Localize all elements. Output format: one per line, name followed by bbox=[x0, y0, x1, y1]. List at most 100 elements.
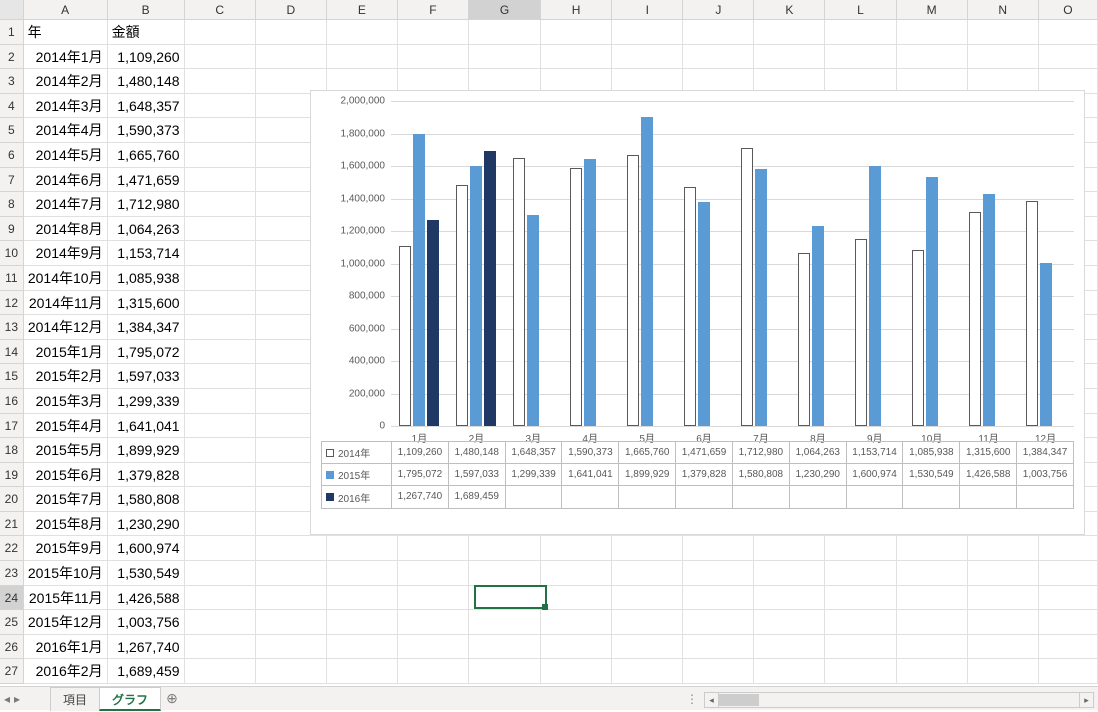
cell-empty[interactable] bbox=[541, 561, 612, 586]
chart-bar[interactable] bbox=[484, 151, 496, 426]
cell-empty[interactable] bbox=[185, 291, 256, 316]
cell-year[interactable]: 2015年7月 bbox=[24, 487, 108, 512]
cell-empty[interactable] bbox=[327, 561, 398, 586]
cell-empty[interactable] bbox=[825, 561, 896, 586]
cell-empty[interactable] bbox=[612, 659, 683, 684]
cell-empty[interactable] bbox=[398, 536, 469, 561]
chart-bar[interactable] bbox=[470, 166, 482, 426]
cell-amount[interactable]: 1,299,339 bbox=[108, 389, 185, 414]
cell-empty[interactable] bbox=[185, 389, 256, 414]
row-header[interactable]: 11 bbox=[0, 266, 24, 291]
sheet-tab-0[interactable]: 項目 bbox=[50, 687, 100, 711]
cell-empty[interactable] bbox=[754, 659, 825, 684]
cell-year[interactable]: 2015年12月 bbox=[24, 610, 108, 635]
row-header[interactable]: 4 bbox=[0, 94, 24, 119]
chart-bar[interactable] bbox=[456, 185, 468, 426]
cell-empty[interactable] bbox=[968, 610, 1039, 635]
row-header[interactable]: 26 bbox=[0, 635, 24, 660]
cell-year[interactable]: 2016年2月 bbox=[24, 659, 108, 684]
column-header-D[interactable]: D bbox=[256, 0, 327, 19]
cell-empty[interactable] bbox=[398, 20, 469, 45]
row-header[interactable]: 23 bbox=[0, 561, 24, 586]
cell-amount[interactable]: 1,153,714 bbox=[108, 241, 185, 266]
cell-empty[interactable] bbox=[398, 635, 469, 660]
cell-year[interactable]: 2015年2月 bbox=[24, 364, 108, 389]
cell-empty[interactable] bbox=[469, 536, 541, 561]
chart-bar[interactable] bbox=[584, 159, 596, 426]
row-header[interactable]: 16 bbox=[0, 389, 24, 414]
cell-year[interactable]: 2014年8月 bbox=[24, 217, 108, 242]
cell-empty[interactable] bbox=[185, 340, 256, 365]
cell-year[interactable]: 2014年12月 bbox=[24, 315, 108, 340]
row-header[interactable]: 21 bbox=[0, 512, 24, 537]
row-header[interactable]: 10 bbox=[0, 241, 24, 266]
cell-empty[interactable] bbox=[256, 561, 327, 586]
cell-empty[interactable] bbox=[185, 20, 256, 45]
cell-empty[interactable] bbox=[469, 586, 541, 611]
cell-empty[interactable] bbox=[1039, 561, 1098, 586]
cell-empty[interactable] bbox=[1039, 586, 1098, 611]
row-header[interactable]: 2 bbox=[0, 45, 24, 70]
cell-empty[interactable] bbox=[968, 586, 1039, 611]
row-header[interactable]: 20 bbox=[0, 487, 24, 512]
cell-empty[interactable] bbox=[897, 635, 968, 660]
chart-bar[interactable] bbox=[399, 246, 411, 426]
scroll-left-icon[interactable]: ◂ bbox=[705, 693, 719, 707]
cell-empty[interactable] bbox=[1039, 635, 1098, 660]
cell-empty[interactable] bbox=[683, 635, 754, 660]
cell-empty[interactable] bbox=[897, 20, 968, 45]
cell-empty[interactable] bbox=[968, 635, 1039, 660]
tab-splitter-icon[interactable]: ⋮ bbox=[686, 692, 698, 706]
cell-empty[interactable] bbox=[825, 45, 896, 70]
cell-empty[interactable] bbox=[398, 586, 469, 611]
cell-empty[interactable] bbox=[541, 536, 612, 561]
cell-empty[interactable] bbox=[754, 586, 825, 611]
cell-year[interactable]: 2015年11月 bbox=[24, 586, 108, 611]
cell-empty[interactable] bbox=[256, 610, 327, 635]
cell-empty[interactable] bbox=[683, 20, 754, 45]
chart-bar[interactable] bbox=[513, 158, 525, 426]
column-header-J[interactable]: J bbox=[683, 0, 754, 19]
cell-empty[interactable] bbox=[185, 438, 256, 463]
chart-bar[interactable] bbox=[641, 117, 653, 426]
cell-amount[interactable]: 1,064,263 bbox=[108, 217, 185, 242]
cell-empty[interactable] bbox=[612, 635, 683, 660]
cell-empty[interactable] bbox=[469, 561, 541, 586]
cell-empty[interactable] bbox=[185, 192, 256, 217]
cell-empty[interactable] bbox=[256, 20, 327, 45]
cell-empty[interactable] bbox=[327, 586, 398, 611]
cell-year[interactable]: 2014年2月 bbox=[24, 69, 108, 94]
row-header[interactable]: 8 bbox=[0, 192, 24, 217]
cell-empty[interactable] bbox=[185, 512, 256, 537]
cell-empty[interactable] bbox=[612, 610, 683, 635]
cell-amount[interactable]: 1,899,929 bbox=[108, 438, 185, 463]
cell-empty[interactable] bbox=[185, 487, 256, 512]
cell-amount[interactable]: 1,315,600 bbox=[108, 291, 185, 316]
column-header-C[interactable]: C bbox=[185, 0, 256, 19]
cell-year[interactable]: 2015年1月 bbox=[24, 340, 108, 365]
scrollbar-thumb[interactable] bbox=[719, 694, 759, 706]
column-header-K[interactable]: K bbox=[754, 0, 825, 19]
row-header[interactable]: 6 bbox=[0, 143, 24, 168]
cell-empty[interactable] bbox=[256, 659, 327, 684]
add-sheet-button[interactable]: ⊕ bbox=[160, 690, 184, 707]
cell-empty[interactable] bbox=[185, 45, 256, 70]
chart-bar[interactable] bbox=[969, 212, 981, 426]
cell-empty[interactable] bbox=[185, 118, 256, 143]
cell-empty[interactable] bbox=[968, 659, 1039, 684]
cell-amount[interactable]: 1,003,756 bbox=[108, 610, 185, 635]
cell-empty[interactable] bbox=[185, 315, 256, 340]
cell-empty[interactable] bbox=[256, 586, 327, 611]
cell-empty[interactable] bbox=[612, 536, 683, 561]
cell-amount[interactable]: 1,590,373 bbox=[108, 118, 185, 143]
cell-amount[interactable]: 1,471,659 bbox=[108, 168, 185, 193]
row-header[interactable]: 15 bbox=[0, 364, 24, 389]
cell-empty[interactable] bbox=[541, 610, 612, 635]
cell-amount[interactable]: 1,597,033 bbox=[108, 364, 185, 389]
cell-amount[interactable]: 1,426,588 bbox=[108, 586, 185, 611]
cell-amount[interactable]: 1,379,828 bbox=[108, 463, 185, 488]
cell-empty[interactable] bbox=[469, 20, 541, 45]
scroll-right-icon[interactable]: ▸ bbox=[1079, 693, 1093, 707]
chart-bar[interactable] bbox=[1026, 201, 1038, 426]
chart-bar[interactable] bbox=[527, 215, 539, 426]
